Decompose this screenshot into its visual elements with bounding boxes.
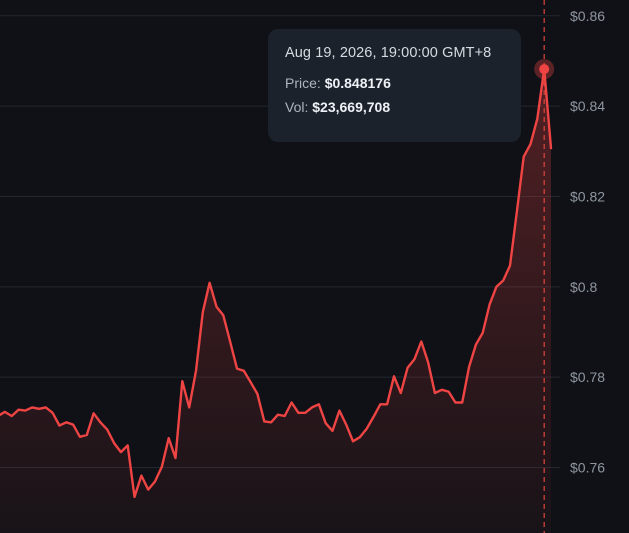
y-tick-label: $0.84: [570, 98, 605, 114]
highlight-point: [539, 64, 550, 75]
tooltip-volume-value: $23,669,708: [312, 99, 391, 115]
tooltip-price-value: $0.848176: [324, 75, 391, 91]
tooltip-price-row: Price: $0.848176: [285, 75, 521, 91]
y-tick-label: $0.86: [570, 8, 605, 24]
y-tick-label: $0.78: [570, 369, 605, 385]
tooltip-time: Aug 19, 2026, 19:00:00 GMT+8: [285, 45, 492, 61]
tooltip-volume-label: Vol:: [285, 99, 309, 115]
y-tick-label: $0.82: [570, 188, 605, 204]
tooltip-price-label: Price:: [285, 75, 321, 91]
price-tooltip: Aug 19, 2026, 19:00:00 GMT+8 Price: $0.8…: [268, 29, 521, 142]
y-axis-ticks: $0.86 $0.84 $0.82 $0.8 $0.78 $0.76: [570, 8, 605, 476]
tooltip-volume-row: Vol: $23,669,708: [285, 99, 521, 115]
y-tick-label: $0.8: [570, 279, 597, 295]
y-tick-label: $0.76: [570, 460, 605, 476]
